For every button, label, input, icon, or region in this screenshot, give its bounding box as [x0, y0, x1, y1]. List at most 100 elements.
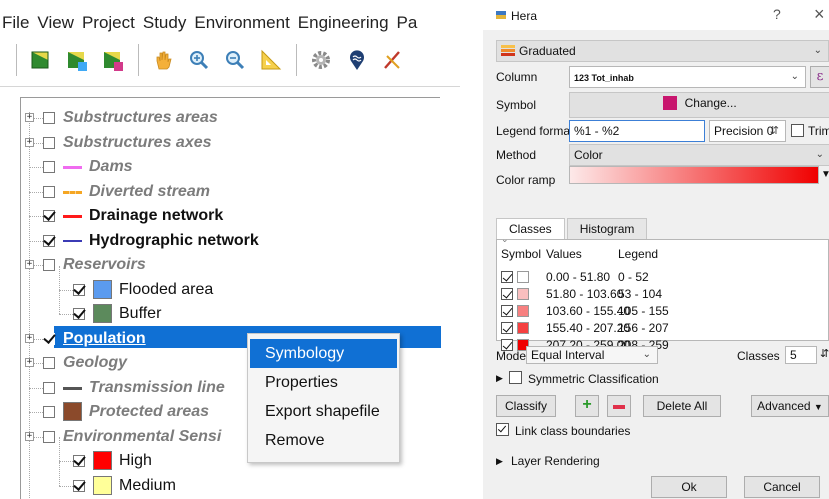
menu-view[interactable]: View — [34, 10, 78, 36]
cut-icon[interactable] — [378, 45, 408, 75]
class-legend[interactable]: 0 - 52 — [618, 270, 649, 284]
expand-toggle-icon[interactable]: + — [25, 333, 34, 343]
class-legend[interactable]: 105 - 155 — [618, 304, 669, 318]
expand-toggle-icon[interactable]: + — [25, 358, 34, 367]
class-checkbox[interactable] — [501, 305, 513, 317]
class-checkbox[interactable] — [501, 288, 513, 300]
context-menu-export-shapefile[interactable]: Export shapefile — [248, 397, 399, 426]
header-values[interactable]: Values — [546, 247, 582, 261]
class-color-swatch[interactable] — [517, 322, 529, 334]
class-color-swatch[interactable] — [517, 288, 529, 300]
layer-visibility-checkbox[interactable] — [43, 332, 55, 345]
class-checkbox[interactable] — [501, 322, 513, 334]
symmetric-checkbox[interactable] — [509, 371, 522, 384]
layer-visibility-checkbox[interactable] — [73, 308, 85, 320]
expression-button[interactable]: ε — [810, 66, 829, 88]
class-values[interactable]: 51.80 - 103.60 — [546, 287, 623, 301]
class-legend[interactable]: 156 - 207 — [618, 321, 669, 335]
pan-hand-icon[interactable] — [148, 45, 178, 75]
classify-button[interactable]: Classify — [496, 395, 556, 417]
layer-row[interactable]: + Substructures axes — [21, 131, 441, 155]
ok-button[interactable]: Ok — [651, 476, 727, 498]
layer-visibility-checkbox[interactable] — [43, 430, 55, 443]
class-row[interactable]: 155.40 - 207.20 156 - 207 — [497, 321, 827, 337]
context-menu-remove[interactable]: Remove — [248, 426, 399, 455]
layer-row[interactable]: Medium — [21, 461, 441, 498]
class-row[interactable]: 51.80 - 103.60 53 - 104 — [497, 287, 827, 303]
help-button[interactable]: ? — [773, 6, 781, 22]
minus-icon[interactable] — [607, 395, 631, 417]
layer-row[interactable]: Diverted stream — [21, 180, 441, 204]
color-ramp-button[interactable] — [569, 166, 819, 184]
spinner-icon[interactable]: ⇵ — [820, 347, 829, 360]
tab-histogram[interactable]: Histogram — [566, 218, 648, 240]
layer-row[interactable]: Flooded area — [21, 265, 441, 302]
layer-visibility-checkbox[interactable] — [43, 210, 55, 222]
trim-checkbox[interactable] — [791, 124, 804, 137]
layer-visibility-checkbox[interactable] — [43, 406, 55, 418]
expand-toggle-icon[interactable]: + — [25, 113, 34, 122]
close-button[interactable]: × — [814, 4, 825, 25]
zoom-out-icon[interactable] — [220, 45, 250, 75]
column-field[interactable]: 123 Tot_inhab ⌄ — [569, 66, 806, 88]
layer-row[interactable]: Dams — [21, 155, 441, 179]
expand-arrow-icon[interactable]: ▶ — [496, 373, 503, 384]
layer-visibility-checkbox[interactable] — [43, 259, 55, 271]
class-checkbox[interactable] — [501, 271, 513, 283]
plus-icon[interactable]: + — [575, 395, 599, 417]
layer-visibility-checkbox[interactable] — [43, 185, 55, 198]
menu-environment[interactable]: Environment — [191, 10, 293, 36]
class-row[interactable]: 103.60 - 155.40 105 - 155 — [497, 304, 827, 320]
menu-study[interactable]: Study — [140, 10, 190, 36]
layer-row[interactable]: Hydrographic network — [21, 229, 441, 253]
symbol-change-button[interactable]: Change... — [569, 92, 829, 118]
map-pin-icon[interactable] — [342, 45, 372, 75]
gear-icon[interactable] — [306, 45, 336, 75]
expand-toggle-icon[interactable]: + — [25, 137, 34, 147]
layer-row[interactable]: + Reservoirs — [21, 253, 441, 277]
legend-format-input[interactable]: %1 - %2 — [569, 120, 705, 142]
layer-row[interactable]: Drainage network — [21, 204, 441, 228]
layer-visibility-checkbox[interactable] — [73, 479, 85, 492]
expand-arrow-icon[interactable]: ▶ — [496, 456, 503, 467]
layer-visibility-checkbox[interactable] — [73, 455, 85, 467]
menu-engineering[interactable]: Engineering — [295, 10, 393, 36]
dropdown-arrow-icon[interactable]: ▼ — [821, 169, 829, 180]
class-color-swatch[interactable] — [517, 271, 529, 283]
classes-spinbox[interactable]: 5 — [785, 346, 817, 364]
menu-truncated[interactable]: Pa — [394, 10, 422, 36]
header-legend[interactable]: Legend — [618, 247, 658, 261]
expand-toggle-icon[interactable]: + — [25, 260, 34, 269]
context-menu-symbology[interactable]: Symbology — [250, 339, 397, 368]
link-boundaries-checkbox[interactable] — [496, 423, 509, 436]
layer-visibility-checkbox[interactable] — [43, 357, 55, 369]
layer-visibility-checkbox[interactable] — [43, 136, 55, 149]
layer-add-icon[interactable] — [62, 45, 92, 75]
delete-all-button[interactable]: Delete All — [643, 395, 721, 417]
cancel-button[interactable]: Cancel — [744, 476, 820, 498]
layer-visibility-checkbox[interactable] — [43, 161, 55, 173]
layer-row[interactable]: + Substructures areas — [21, 106, 441, 130]
measure-icon[interactable] — [256, 45, 286, 75]
layer-edit-icon[interactable] — [98, 45, 128, 75]
mode-select[interactable]: Equal Interval ⌄ — [526, 346, 658, 364]
layer-row[interactable]: Buffer — [21, 290, 441, 326]
layer-visibility-checkbox[interactable] — [43, 234, 55, 247]
header-symbol[interactable]: Symbol — [501, 247, 541, 261]
layer-visibility-checkbox[interactable] — [73, 283, 85, 296]
method-select[interactable]: Color ⌄ — [569, 144, 829, 166]
advanced-button[interactable]: Advanced ▼ — [751, 395, 829, 417]
class-values[interactable]: 0.00 - 51.80 — [546, 270, 610, 284]
class-color-swatch[interactable] — [517, 305, 529, 317]
context-menu-properties[interactable]: Properties — [248, 368, 399, 397]
expand-toggle-icon[interactable]: + — [25, 431, 34, 441]
menu-project[interactable]: Project — [79, 10, 139, 36]
class-row[interactable]: 0.00 - 51.80 0 - 52 — [497, 270, 827, 286]
layer-visibility-checkbox[interactable] — [43, 381, 55, 394]
renderer-select[interactable]: Graduated ⌄ — [496, 40, 829, 62]
precision-spinbox[interactable]: Precision 0 ⇵ — [709, 120, 786, 142]
layer-rendering-label[interactable]: Layer Rendering — [511, 454, 600, 468]
class-legend[interactable]: 53 - 104 — [618, 287, 662, 301]
layer-green-icon[interactable] — [26, 45, 56, 75]
zoom-in-icon[interactable] — [184, 45, 214, 75]
